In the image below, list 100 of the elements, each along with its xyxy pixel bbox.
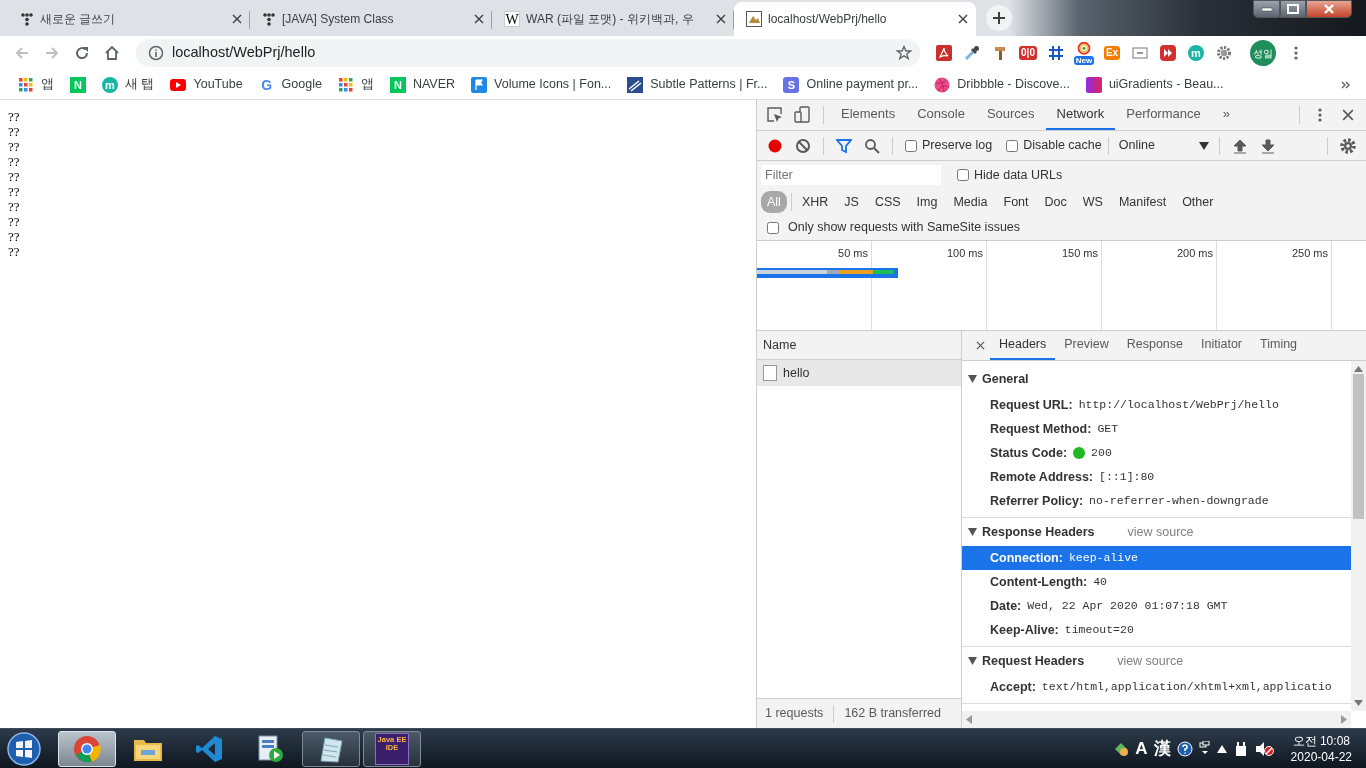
panel-tab[interactable]: Console [906,100,976,130]
throttling-select[interactable]: Online [1114,136,1213,155]
details-tab[interactable]: Initiator [1192,331,1251,360]
rainbow-icon[interactable] [1077,41,1091,56]
expand-triangle-icon[interactable] [968,657,977,665]
browser-tab[interactable]: localhost/WebPrj/hello [734,2,976,36]
settings-icon[interactable] [1339,136,1357,155]
hammer-icon[interactable] [992,45,1008,61]
menu-icon[interactable] [1318,108,1322,122]
chevron-icon[interactable] [1341,79,1351,90]
browser-tab[interactable]: W WAR (파일 포맷) - 위키백과, 우 [492,2,734,36]
bookmark[interactable]: S Online payment pr... [775,72,927,97]
checkbox[interactable] [905,139,917,152]
panel-tab[interactable]: Elements [830,100,907,130]
close-icon[interactable] [232,14,242,24]
new-tab-button[interactable] [986,5,1012,31]
url-field[interactable]: localhost/WebPrj/hello [172,42,888,64]
panel-tab[interactable]: Network [1045,100,1116,130]
panel-tab[interactable]: Sources [975,100,1046,130]
home-icon[interactable] [104,45,120,61]
fast-forward-icon[interactable] [1160,45,1176,61]
type-filter[interactable]: Font [997,190,1035,214]
bookmark-star-icon[interactable] [896,45,912,61]
ime-toggle[interactable]: 漢 [1153,738,1171,759]
maximize-icon[interactable] [1287,4,1299,14]
bookmark[interactable]: G Google [250,72,330,97]
checkbox[interactable] [767,221,779,234]
type-filter[interactable]: JS [838,190,865,214]
media-player-icon[interactable] [256,734,284,763]
clock[interactable]: 오전 10:08 2020-04-22 [1290,732,1352,765]
bookmark[interactable]: Volume Icons | Fon... [463,72,620,97]
close-icon[interactable] [716,14,726,24]
gear-icon[interactable] [1216,45,1232,61]
code-editor-icon[interactable] [195,734,223,763]
checkbox[interactable] [957,169,969,181]
expand-triangle-icon[interactable] [968,528,977,536]
section-title[interactable]: Request Headers [982,651,1085,671]
type-filter[interactable]: WS [1076,190,1109,214]
clear-icon[interactable] [795,137,811,154]
scrollbar[interactable] [1351,361,1366,711]
expand-triangle-icon[interactable] [968,375,977,383]
column-header[interactable]: Name [757,331,961,360]
screen-icon[interactable] [1132,46,1148,60]
minimize-button[interactable] [1253,0,1280,18]
browser-tab[interactable]: 새로운 글쓰기 [8,2,250,36]
close-icon[interactable] [975,341,985,350]
device-icon[interactable] [794,106,812,124]
minimize-icon[interactable] [1261,6,1272,12]
show-hidden-icons-icon[interactable] [1216,744,1227,753]
record-icon[interactable] [767,137,783,154]
download-icon[interactable] [1260,137,1275,154]
type-filter[interactable]: Manifest [1112,190,1173,214]
bookmark[interactable]: Subtle Patterns | Fr... [619,72,776,97]
view-source-link[interactable]: view source [1117,651,1184,671]
scrollbar-thumb[interactable] [1353,374,1364,519]
browser-tab[interactable]: [JAVA] System Class [250,2,492,36]
language-icon[interactable] [1113,740,1130,757]
bookmark[interactable]: uiGradients - Beau... [1077,72,1232,97]
upload-icon[interactable] [1232,137,1247,154]
bookmark[interactable]: Dribbble - Discove... [926,72,1078,97]
section-title[interactable]: Response Headers [982,522,1095,542]
profile-avatar[interactable]: 성일 [1250,40,1276,66]
request-row[interactable]: hello [757,360,961,386]
inspect-icon[interactable] [766,106,784,124]
checkbox[interactable] [1006,139,1019,152]
maximize-button[interactable] [1280,0,1306,18]
bookmark[interactable]: 앱 [329,72,382,97]
crop-icon[interactable] [1048,45,1064,61]
view-source-link[interactable]: view source [1127,522,1194,542]
menu-icon[interactable] [1294,45,1298,61]
type-filter[interactable]: Doc [1038,190,1073,214]
panel-tab[interactable]: Performance [1115,100,1212,130]
address-bar[interactable]: localhost/WebPrj/hello [136,39,920,67]
scroll-down-icon[interactable] [1354,700,1363,706]
type-filter[interactable]: Media [947,190,994,214]
close-button[interactable] [1306,0,1352,18]
eyedropper-icon[interactable] [964,45,980,61]
start-button[interactable] [4,729,44,768]
type-filter[interactable]: XHR [795,190,835,214]
counter-badge[interactable]: 0|0 [1019,46,1037,60]
bookmark[interactable]: YouTube [162,72,251,97]
plus-icon[interactable] [992,11,1006,25]
filter-icon[interactable] [836,137,852,154]
ime-toggle[interactable]: A [1135,738,1148,759]
more-tabs-button[interactable]: » [1211,100,1241,130]
notepad-icon[interactable] [317,734,345,763]
filter-field[interactable]: Filter [761,165,941,185]
close-icon[interactable] [1342,109,1354,121]
type-filter[interactable]: Img [910,190,944,214]
help-icon[interactable] [1176,740,1193,757]
document-icon[interactable] [936,45,952,61]
reload-icon[interactable] [74,45,90,61]
type-filter[interactable]: Other [1176,190,1220,214]
details-tab[interactable]: Headers [990,331,1056,360]
info-icon[interactable] [148,45,164,61]
chrome-icon[interactable] [73,734,101,763]
section-title[interactable]: General [982,369,1029,389]
close-icon[interactable] [474,14,484,24]
bookmark[interactable]: 앱 [10,72,62,97]
scroll-up-icon[interactable] [1354,366,1363,372]
